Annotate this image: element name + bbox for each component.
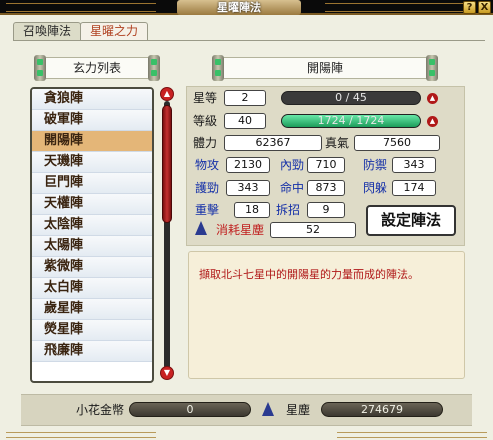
dodge-label: 閃躲 [363, 181, 388, 195]
guard-value: 343 [226, 180, 270, 196]
patk-label: 物攻 [195, 158, 220, 172]
coin-value: 0 [129, 402, 251, 417]
stardust-icon [262, 402, 274, 416]
panel-divider [13, 40, 485, 41]
tab-star-power[interactable]: 星曜之力 [80, 22, 149, 40]
list-header-scroll-left [34, 55, 46, 81]
level-upgrade-icon[interactable]: ▲ [427, 116, 438, 127]
list-item[interactable]: 巨門陣 [32, 173, 152, 194]
list-item[interactable]: 天權陣 [32, 194, 152, 215]
level-exp-bar: 1724 / 1724 [281, 114, 421, 128]
parry-value: 9 [307, 202, 345, 218]
level-label: 等級 [193, 114, 218, 128]
def-label: 防禦 [363, 158, 388, 172]
mp-label: 真氣 [325, 136, 350, 150]
inner-label: 內勁 [280, 158, 305, 172]
level-exp-text: 1724 / 1724 [317, 114, 385, 127]
guard-label: 護勁 [195, 181, 220, 195]
star-label: 星等 [193, 91, 218, 105]
formation-title: 開陽陣 [224, 57, 426, 79]
list-item[interactable]: 太白陣 [32, 278, 152, 299]
mp-value: 7560 [354, 135, 440, 151]
list-item[interactable]: 飛廉陣 [32, 341, 152, 362]
list-item[interactable]: 太陽陣 [32, 236, 152, 257]
help-button[interactable]: ? [463, 1, 476, 14]
formation-title-scroll-left [212, 55, 224, 81]
cost-value: 52 [270, 222, 356, 238]
heavy-value: 18 [234, 202, 270, 218]
level-value: 40 [224, 113, 266, 129]
close-button[interactable]: X [478, 1, 491, 14]
stardust-icon [195, 221, 207, 235]
dodge-value: 174 [392, 180, 436, 196]
description-text: 擷取北斗七星中的開陽星的力量而成的陣法。 [199, 268, 419, 281]
hit-label: 命中 [280, 181, 305, 195]
hp-value: 62367 [224, 135, 322, 151]
heavy-label: 重擊 [195, 203, 220, 217]
title-ornament-right [325, 3, 475, 12]
set-formation-button[interactable]: 設定陣法 [366, 205, 456, 236]
list-item[interactable]: 歲星陣 [32, 299, 152, 320]
star-exp-text: 0 / 45 [335, 91, 367, 104]
tab-summon-formation[interactable]: 召喚陣法 [13, 22, 82, 40]
hp-label: 體力 [193, 136, 218, 150]
star-value: 2 [224, 90, 266, 106]
list-item[interactable]: 天璣陣 [32, 152, 152, 173]
inner-value: 710 [307, 157, 345, 173]
dust-label: 星塵 [286, 403, 311, 417]
dust-value: 274679 [321, 402, 443, 417]
parry-label: 拆招 [276, 203, 301, 217]
star-exp-bar: 0 / 45 [281, 91, 421, 105]
scrollbar-thumb[interactable] [162, 105, 172, 223]
list-item[interactable]: 紫微陣 [32, 257, 152, 278]
formation-title-scroll-right [426, 55, 438, 81]
bottom-ornament-right [337, 432, 487, 438]
scroll-down-icon[interactable]: ▼ [160, 366, 174, 380]
bottom-ornament-left [6, 432, 156, 438]
def-value: 343 [392, 157, 436, 173]
window-title: 星曜陣法 [177, 0, 301, 15]
description-box: 擷取北斗七星中的開陽星的力量而成的陣法。 [188, 251, 465, 379]
list-header: 玄力列表 [46, 57, 148, 79]
list-item[interactable]: 熒星陣 [32, 320, 152, 341]
coin-label: 小花金幣 [76, 403, 125, 417]
star-upgrade-icon[interactable]: ▲ [427, 93, 438, 104]
list-scrollbar[interactable]: ▲ ▼ [160, 87, 174, 380]
hit-value: 873 [307, 180, 345, 196]
list-item[interactable]: 貪狼陣 [32, 89, 152, 110]
list-item[interactable]: 太陰陣 [32, 215, 152, 236]
title-ornament-left [6, 3, 156, 12]
cost-label: 消耗星塵 [216, 223, 265, 237]
patk-value: 2130 [226, 157, 270, 173]
list-item-selected[interactable]: 開陽陣 [32, 131, 152, 152]
currency-bar: 小花金幣 0 星塵 274679 [21, 394, 472, 426]
scroll-up-icon[interactable]: ▲ [160, 87, 174, 101]
list-header-scroll-right [148, 55, 160, 81]
formation-list: 貪狼陣 破軍陣 開陽陣 天璣陣 巨門陣 天權陣 太陰陣 太陽陣 紫微陣 太白陣 … [30, 87, 154, 383]
list-item[interactable]: 破軍陣 [32, 110, 152, 131]
